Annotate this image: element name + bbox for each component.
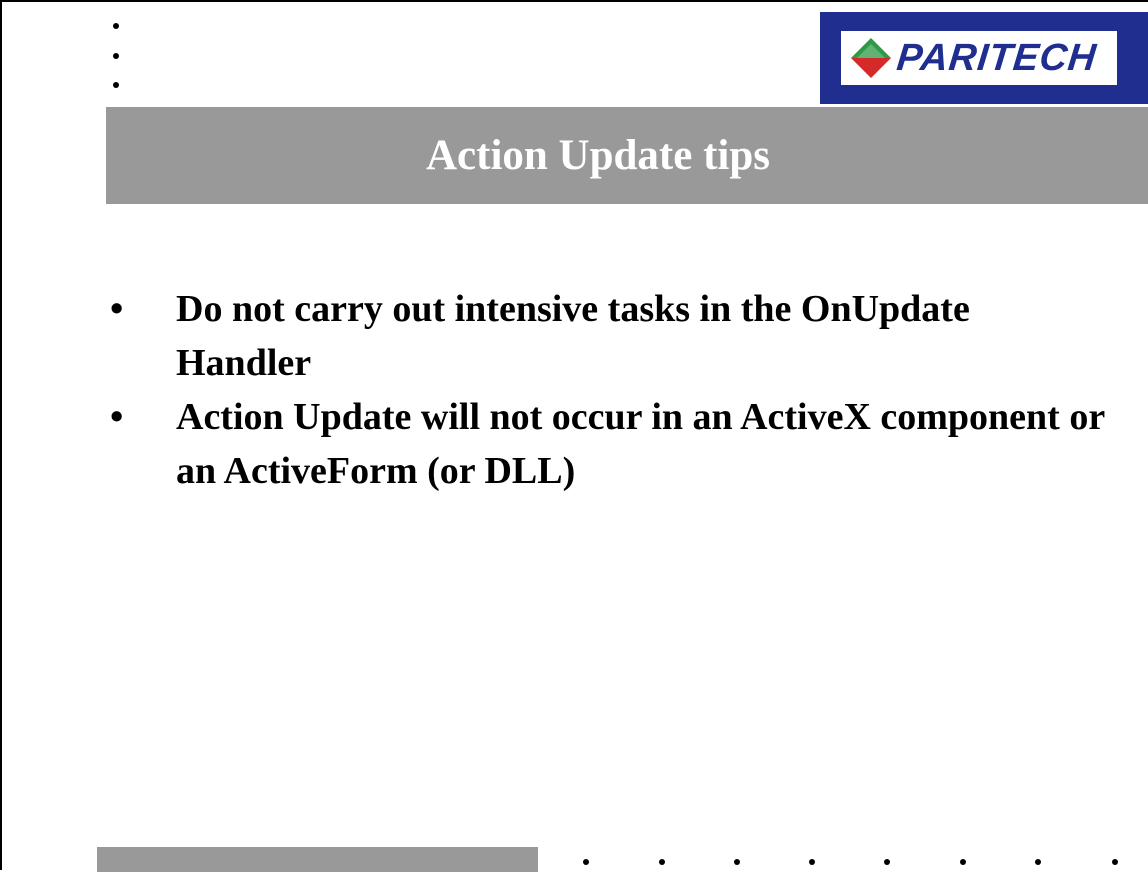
bullet-text: Action Update will not occur in an Activ…: [176, 396, 1105, 492]
bullet-list: • Do not carry out intensive tasks in th…: [110, 282, 1110, 498]
footer-bar: [97, 847, 538, 872]
bullet-marker: •: [110, 396, 124, 438]
logo-badge: PARITECH: [838, 28, 1120, 88]
decorative-dot: [734, 859, 740, 865]
decorative-dot: [659, 859, 665, 865]
decorative-dot: [1035, 859, 1041, 865]
paritech-logo: PARITECH: [820, 12, 1148, 104]
decorative-dot: [960, 859, 966, 865]
decorative-dot: [583, 859, 589, 865]
bullet-text: Do not carry out intensive tasks in the …: [176, 288, 970, 384]
decorative-dot: [113, 53, 119, 59]
title-bar: Action Update tips: [106, 107, 1148, 204]
decorative-dot: [1112, 859, 1118, 865]
decorative-dot: [884, 859, 890, 865]
bullet-item: • Do not carry out intensive tasks in th…: [110, 282, 1110, 390]
decorative-dot: [113, 23, 119, 29]
bullet-item: • Action Update will not occur in an Act…: [110, 390, 1110, 498]
decorative-dot: [809, 859, 815, 865]
slide-title: Action Update tips: [425, 132, 771, 179]
slide-frame: PARITECH Action Update tips • Do not car…: [0, 0, 1148, 872]
logo-wordmark: PARITECH: [894, 36, 1099, 79]
bullet-marker: •: [110, 288, 124, 330]
diamond-logo-icon: [851, 38, 891, 78]
decorative-dot: [113, 82, 119, 88]
